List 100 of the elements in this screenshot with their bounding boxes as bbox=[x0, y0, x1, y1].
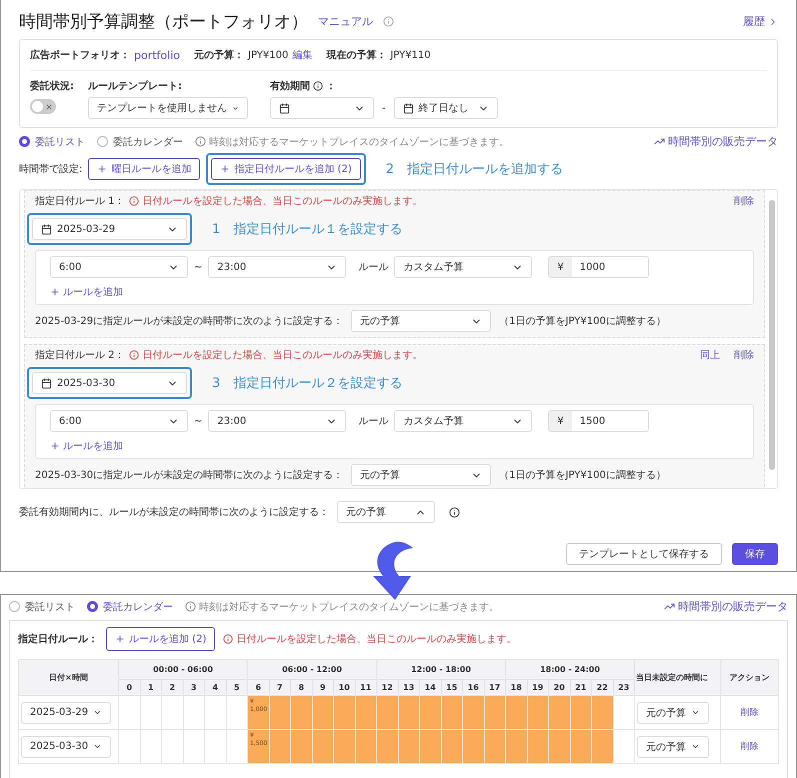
info-label: 広告ポートフォリオ： bbox=[30, 48, 130, 62]
column-header: 00:00 - 06:00 bbox=[118, 660, 248, 680]
dialog-title: 時間帯別予算調整（ポートフォリオ） bbox=[19, 11, 308, 33]
info-icon bbox=[313, 81, 323, 91]
warning-icon bbox=[128, 196, 139, 206]
rule-title: 指定日付ルール 2： bbox=[35, 348, 125, 362]
column-header: 12:00 - 18:00 bbox=[376, 660, 506, 680]
rule-title: 指定日付ルール 1： bbox=[35, 194, 125, 208]
edit-link[interactable]: 編集 bbox=[292, 48, 312, 62]
date-select[interactable]: 2025-03-30 bbox=[32, 372, 187, 394]
field-label: 有効期間 bbox=[270, 80, 310, 93]
info-icon bbox=[449, 506, 460, 518]
delete-link[interactable]: 削除 bbox=[740, 740, 758, 753]
add-rule-link[interactable]: ルールを追加 bbox=[50, 439, 739, 453]
scrollbar[interactable] bbox=[769, 200, 775, 470]
calendar-icon bbox=[279, 102, 290, 114]
fallback-label: 委託有効期間内に、ルールが未設定の時間帯に次のように設定する： bbox=[19, 506, 329, 519]
default-fallback-select[interactable]: 元の予算 bbox=[337, 501, 435, 523]
close-icon bbox=[45, 102, 53, 110]
trend-icon bbox=[664, 601, 675, 612]
rule-action-link[interactable]: 削除 bbox=[734, 348, 754, 362]
column-header: 当日未設定の時間に bbox=[634, 660, 720, 696]
start-date-select[interactable] bbox=[270, 97, 374, 119]
delete-link[interactable]: 削除 bbox=[740, 706, 758, 719]
plus-icon bbox=[50, 441, 60, 451]
manual-link[interactable]: マニュアル bbox=[318, 14, 373, 29]
rule-action-link[interactable]: 削除 bbox=[734, 194, 754, 208]
fallback-note: （1日の予算をJPY¥100に調整する） bbox=[499, 468, 666, 482]
rule-title: 指定日付ルール： bbox=[18, 632, 98, 646]
rule-select[interactable]: カスタム予算 bbox=[394, 410, 532, 432]
warning-icon bbox=[128, 350, 139, 360]
info-label: 元の予算： bbox=[194, 48, 244, 62]
sales-data-link[interactable]: 時間帯別の販売データ bbox=[654, 134, 778, 149]
rule-label: ルール bbox=[358, 261, 388, 274]
sales-data-link[interactable]: 時間帯別の販売データ bbox=[664, 599, 788, 614]
plus-icon bbox=[115, 634, 125, 644]
view-radio[interactable]: 委託リスト bbox=[19, 134, 85, 148]
info-icon bbox=[383, 16, 394, 27]
warning-text: 日付ルールを設定した場合、当日このルールのみ実施します。 bbox=[142, 348, 423, 362]
plus-icon bbox=[220, 164, 230, 174]
calendar-icon bbox=[41, 378, 52, 388]
add-rule-button[interactable]: ルールを追加 (2) bbox=[106, 627, 216, 651]
view-radio[interactable]: 委託カレンダー bbox=[97, 134, 183, 148]
info-value: JPY¥110 bbox=[390, 50, 431, 60]
add-rule-button[interactable]: 指定日付ルールを追加 (2) bbox=[211, 158, 361, 180]
column-header: 06:00 - 12:00 bbox=[248, 660, 376, 680]
plus-icon bbox=[97, 164, 108, 174]
fallback-note: （1日の予算をJPY¥100に調整する） bbox=[499, 314, 666, 328]
amount-field[interactable]: ¥ 1000 bbox=[548, 256, 649, 278]
info-icon bbox=[195, 136, 206, 147]
save-template-button[interactable]: テンプレートとして保存する bbox=[566, 543, 722, 565]
calendar-icon bbox=[41, 224, 52, 234]
start-time-select[interactable]: 6:00 bbox=[50, 410, 188, 432]
column-header: 日付×時間 bbox=[18, 660, 118, 696]
range-separator: - bbox=[382, 102, 386, 114]
fallback-select[interactable]: 元の予算 bbox=[637, 736, 709, 758]
plus-icon bbox=[50, 287, 60, 297]
info-value: JPY¥100 bbox=[248, 50, 288, 60]
warning-icon bbox=[223, 634, 234, 644]
rule-action-link[interactable]: 同上 bbox=[700, 348, 720, 362]
end-time-select[interactable]: 23:00 bbox=[208, 256, 346, 278]
warning-text: 日付ルールを設定した場合、当日このルールのみ実施します。 bbox=[236, 632, 516, 646]
end-time-select[interactable]: 23:00 bbox=[208, 410, 346, 432]
date-select[interactable]: 2025-03-30 bbox=[21, 736, 111, 758]
warning-text: 日付ルールを設定した場合、当日このルールのみ実施します。 bbox=[142, 194, 423, 208]
delegation-toggle[interactable] bbox=[30, 99, 56, 114]
start-time-select[interactable]: 6:00 bbox=[50, 256, 188, 278]
save-button[interactable]: 保存 bbox=[732, 543, 778, 565]
view-radio[interactable]: 委託カレンダー bbox=[87, 600, 173, 614]
add-rule-link[interactable]: ルールを追加 bbox=[50, 285, 739, 299]
end-date-select[interactable]: 終了日なし bbox=[394, 97, 498, 119]
column-header: 18:00 - 24:00 bbox=[506, 660, 634, 680]
fallback-select[interactable]: 元の予算 bbox=[351, 310, 492, 332]
portfolio-link[interactable]: portfolio bbox=[134, 48, 180, 62]
add-rule-button[interactable]: 曜日ルールを追加 bbox=[88, 158, 200, 180]
template-select[interactable]: テンプレートを使用しません bbox=[88, 97, 248, 119]
date-select[interactable]: 2025-03-29 bbox=[21, 702, 111, 724]
slot-label: 時間帯で設定: bbox=[19, 162, 82, 176]
rule-select[interactable]: カスタム予算 bbox=[394, 256, 532, 278]
amount-field[interactable]: ¥ 1500 bbox=[548, 410, 649, 432]
calendar-icon bbox=[402, 102, 414, 114]
view-radio[interactable]: 委託リスト bbox=[9, 600, 75, 614]
callout-label: 3 指定日付ルール２を設定する bbox=[212, 375, 402, 392]
field-label: ルールテンプレート: bbox=[88, 79, 183, 93]
fallback-label: 2025-03-29に指定ルールが未設定の時間帯に次のように設定する： bbox=[35, 314, 344, 328]
range-tilde: ~ bbox=[194, 416, 202, 426]
timezone-note: 時刻は対応するマーケットプレイスのタイムゾーンに基づきます。 bbox=[199, 600, 499, 614]
field-label: 委託状況: bbox=[30, 79, 74, 93]
range-tilde: ~ bbox=[194, 262, 202, 272]
fallback-select[interactable]: 元の予算 bbox=[351, 464, 492, 486]
fallback-label: 2025-03-30に指定ルールが未設定の時間帯に次のように設定する： bbox=[35, 468, 344, 482]
rule-label: ルール bbox=[358, 415, 388, 428]
history-link[interactable]: 履歴 bbox=[743, 14, 778, 29]
fallback-select[interactable]: 元の予算 bbox=[637, 702, 709, 724]
date-select[interactable]: 2025-03-29 bbox=[32, 218, 187, 240]
info-icon bbox=[185, 601, 196, 612]
column-header: アクション bbox=[720, 660, 778, 696]
label-colon: ： bbox=[326, 80, 336, 93]
callout-label: 2 指定日付ルールを追加する bbox=[386, 161, 563, 178]
info-label: 現在の予算： bbox=[326, 48, 386, 62]
